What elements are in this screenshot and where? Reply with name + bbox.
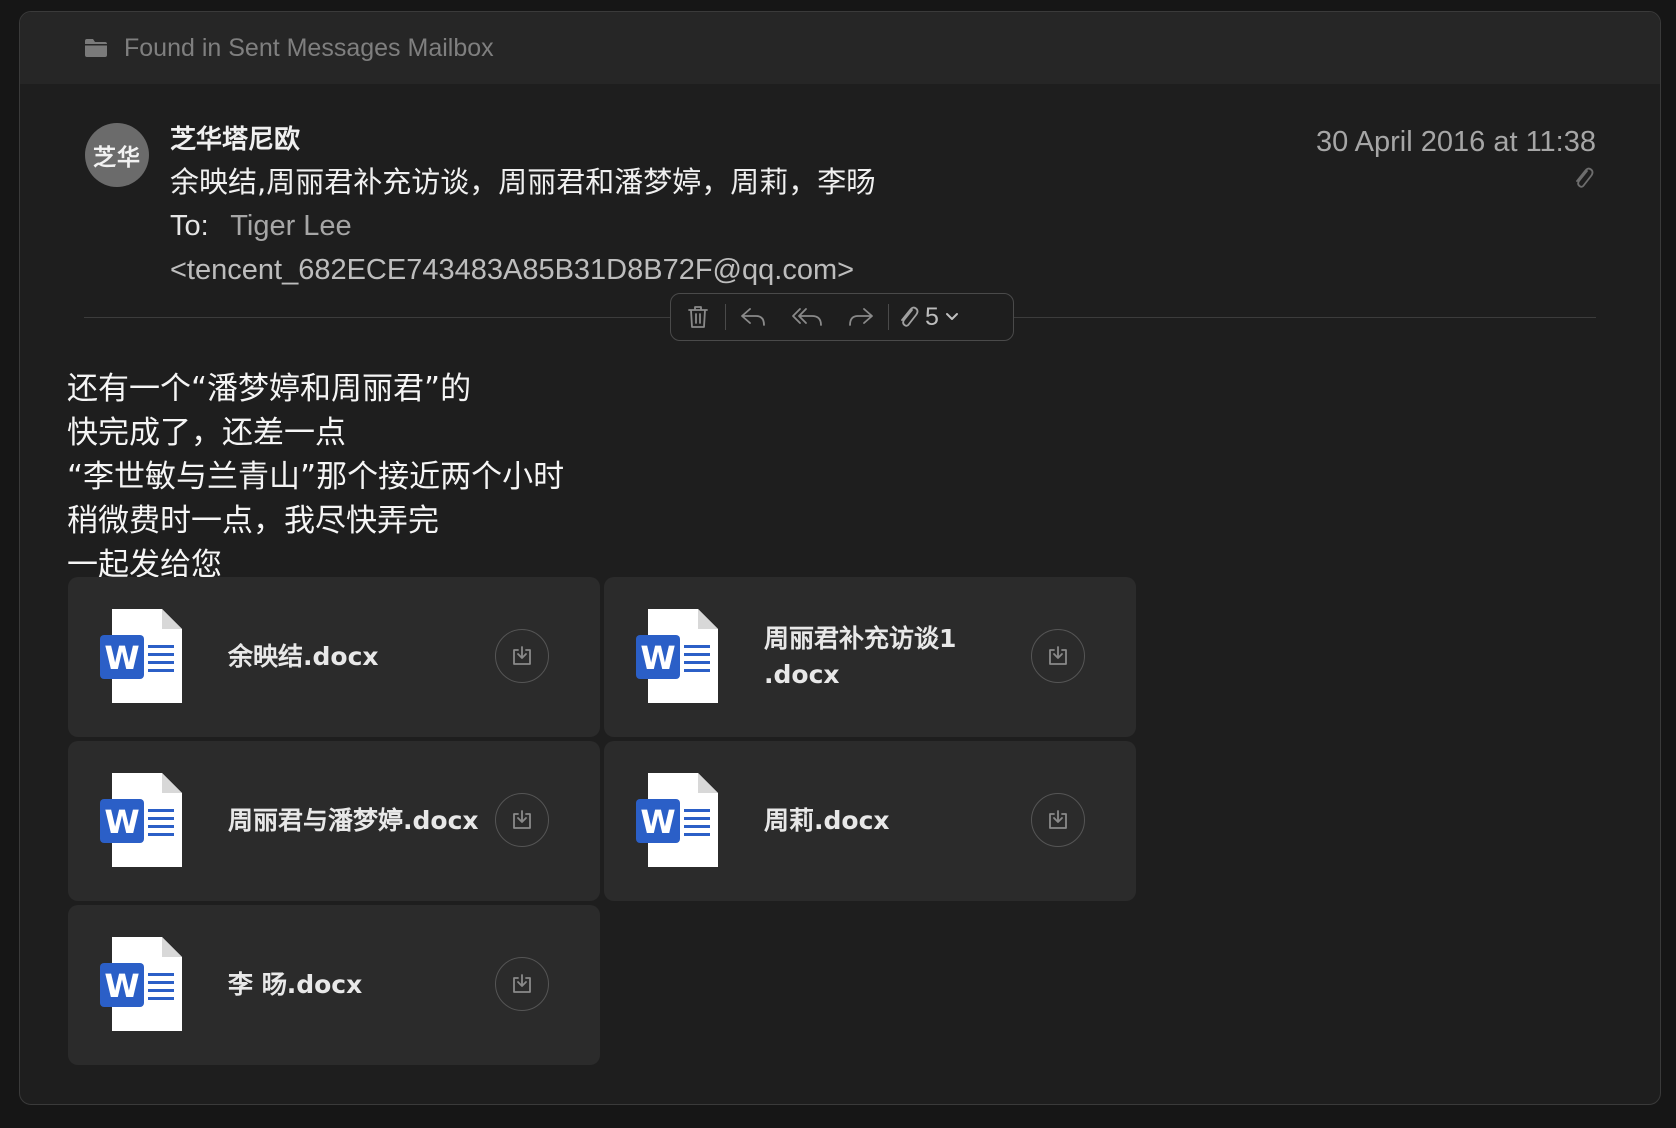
download-icon bbox=[513, 646, 531, 665]
reply-icon bbox=[741, 308, 765, 326]
folder-icon bbox=[85, 39, 107, 57]
svg-text:W: W bbox=[104, 967, 139, 1005]
attachment-name: 李 旸.docx bbox=[228, 970, 363, 999]
sender-name[interactable]: 芝华塔尼欧 bbox=[170, 120, 1270, 160]
recipient-name[interactable]: Tiger Lee bbox=[230, 210, 351, 242]
body-line: 稍微费时一点，我尽快弄完 bbox=[67, 503, 439, 539]
message-subject: 余映结,周丽君补充访谈，周丽君和潘梦婷，周莉，李旸 bbox=[170, 165, 876, 199]
body-line: “李世敏与兰青山”那个接近两个小时 bbox=[67, 459, 565, 495]
attachment-name: 周莉.docx bbox=[764, 806, 890, 835]
message-header: 芝华塔尼欧 余映结,周丽君补充访谈，周丽君和潘梦婷，周莉，李旸 To: Tige… bbox=[170, 120, 1270, 292]
download-button[interactable] bbox=[495, 629, 549, 683]
word-document-icon: W bbox=[100, 773, 182, 867]
word-document-icon: W bbox=[100, 609, 182, 703]
body-line: 快完成了，还差一点 bbox=[67, 415, 346, 451]
reply-all-icon bbox=[792, 308, 822, 326]
mailbox-location-bar[interactable]: Found in Sent Messages Mailbox bbox=[20, 12, 1660, 84]
chevron-down-icon bbox=[945, 313, 958, 320]
reply-all-button[interactable] bbox=[780, 294, 834, 340]
mailbox-location-text: Found in Sent Messages Mailbox bbox=[124, 33, 494, 62]
attachment-card[interactable]: W 李 旸.docx bbox=[68, 905, 600, 1065]
download-button[interactable] bbox=[1031, 629, 1085, 683]
paperclip-icon bbox=[901, 306, 919, 327]
download-icon bbox=[513, 974, 531, 993]
message-date: 30 April 2016 at 11:38 bbox=[1315, 126, 1596, 158]
svg-text:W: W bbox=[640, 803, 675, 841]
sender-avatar: 芝华 bbox=[85, 123, 149, 187]
attachment-card[interactable]: W 周丽君与潘梦婷.docx bbox=[68, 741, 600, 901]
download-button[interactable] bbox=[495, 793, 549, 847]
trash-icon bbox=[688, 306, 708, 328]
to-label: To: bbox=[170, 210, 209, 242]
forward-button[interactable] bbox=[834, 294, 888, 340]
delete-button[interactable] bbox=[671, 294, 725, 340]
forward-icon bbox=[849, 308, 873, 326]
attachments-menu-button[interactable]: 5 bbox=[889, 294, 967, 340]
message-body: 还有一个“潘梦婷和周丽君”的 快完成了，还差一点 “李世敏与兰青山”那个接近两个… bbox=[67, 367, 564, 587]
message-action-toolbar: 5 bbox=[670, 293, 1014, 341]
mail-window: Found in Sent Messages Mailbox 芝华 芝华塔尼欧 … bbox=[19, 11, 1661, 1105]
attachment-name: 周丽君与潘梦婷.docx bbox=[228, 806, 479, 835]
word-document-icon: W bbox=[100, 937, 182, 1031]
recipient-email[interactable]: <tencent_682ECE743483A85B31D8B72F@qq.com… bbox=[170, 248, 1270, 292]
attachment-card[interactable]: W 余映结.docx bbox=[68, 577, 600, 737]
download-icon bbox=[1049, 646, 1067, 665]
attachment-indicator-icon bbox=[1576, 167, 1594, 188]
word-document-icon: W bbox=[636, 609, 718, 703]
download-button[interactable] bbox=[495, 957, 549, 1011]
attachment-card[interactable]: W 周莉.docx bbox=[604, 741, 1136, 901]
download-icon bbox=[513, 810, 531, 829]
attachment-card[interactable]: W 周丽君补充访谈1 .docx bbox=[604, 577, 1136, 737]
attachment-name: 余映结.docx bbox=[228, 642, 379, 671]
svg-text:W: W bbox=[640, 639, 675, 677]
recipient-line: To: Tiger Lee bbox=[170, 204, 1270, 248]
svg-text:W: W bbox=[104, 639, 139, 677]
svg-text:W: W bbox=[104, 803, 139, 841]
attachment-count: 5 bbox=[925, 302, 939, 331]
word-document-icon: W bbox=[636, 773, 718, 867]
download-button[interactable] bbox=[1031, 793, 1085, 847]
reply-button[interactable] bbox=[726, 294, 780, 340]
download-icon bbox=[1049, 810, 1067, 829]
body-line: 还有一个“潘梦婷和周丽君”的 bbox=[67, 371, 472, 407]
attachment-name: 周丽君补充访谈1 .docx bbox=[764, 624, 957, 689]
